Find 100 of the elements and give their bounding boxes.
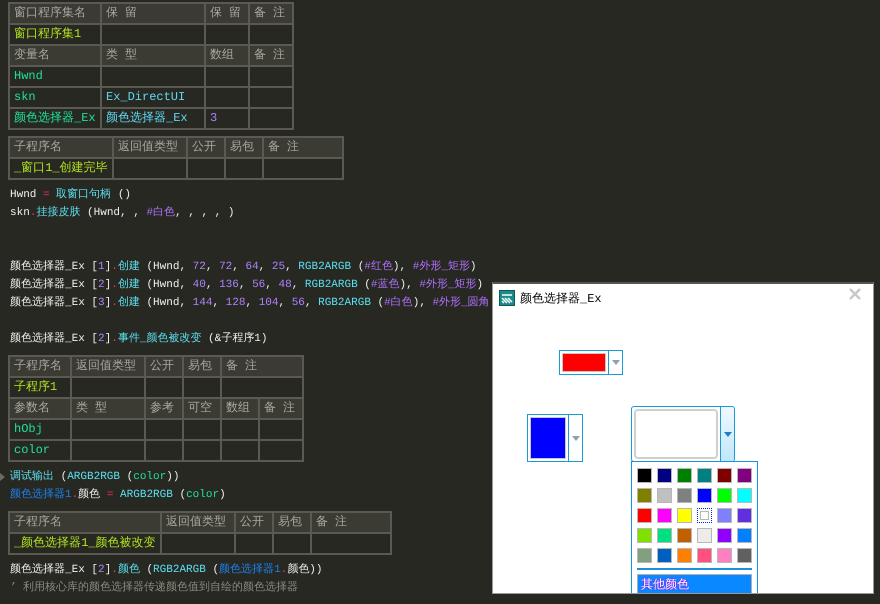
column-header: 公开 [188,138,224,157]
table-cell [146,420,182,439]
code-line: 颜色选择器_Ex [2].事件_颜色被改变 (&子程序1) [10,330,268,347]
table-cell [184,441,220,460]
column-header: 备 注 [312,513,390,532]
color-picker[interactable] [559,350,623,375]
close-button[interactable] [847,288,863,302]
palette-swatch[interactable] [697,548,712,563]
table-cell [250,25,292,44]
table-cell: Ex_DirectUI [102,88,204,107]
palette-swatch[interactable] [657,548,672,563]
palette-swatch[interactable] [697,468,712,483]
column-header: 变量名 [10,46,100,65]
palette-swatch[interactable] [657,508,672,523]
table-cell [250,88,292,107]
table-cell [226,159,262,178]
table-cell: 子程序1 [10,378,70,397]
column-header: 返回值类型 [72,357,144,376]
table-cell [72,420,144,439]
column-header: 参数名 [10,399,70,418]
column-header: 可空 [184,399,220,418]
code-line: 颜色选择器_Ex [2].创建 (Hwnd, 40, 136, 56, 48, RGB2ARGB (#蓝色), #外形_矩形) [10,276,484,293]
table-cell [72,441,144,460]
palette-swatch[interactable] [737,548,752,563]
column-header: 备 注 [250,46,292,65]
palette-swatch[interactable] [697,528,712,543]
table-cell [260,441,302,460]
palette-swatch[interactable] [637,528,652,543]
column-header: 备 注 [222,357,302,376]
column-header: 子程序名 [10,357,70,376]
table-cell [72,378,144,397]
palette-swatch[interactable] [677,468,692,483]
palette-swatch[interactable] [657,468,672,483]
column-header: 公开 [146,357,182,376]
palette-swatch[interactable] [657,528,672,543]
palette-swatch[interactable] [737,508,752,523]
dropdown-button[interactable] [608,351,622,374]
window-title: 颜色选择器_Ex [520,290,602,306]
column-header: 返回值类型 [162,513,234,532]
palette-swatch[interactable] [737,528,752,543]
column-header: 子程序名 [10,138,112,157]
palette-swatch[interactable] [697,508,712,523]
table-cell: 3 [206,109,248,128]
code-comment: ’ 利用核心库的颜色选择器传递颜色值到自绘的颜色选择器 [10,580,298,596]
table-cell [184,420,220,439]
palette-swatch[interactable] [677,488,692,503]
close-icon [848,288,862,300]
palette-swatch[interactable] [717,508,732,523]
palette-swatch[interactable] [637,548,652,563]
table-cell: 颜色选择器_Ex [102,109,204,128]
column-header: 易包 [274,513,310,532]
palette-swatch[interactable] [737,468,752,483]
column-header: 类 型 [102,46,204,65]
palette-swatch[interactable] [717,468,732,483]
table-cell [222,441,258,460]
app-icon [499,290,515,306]
column-header: 易包 [184,357,220,376]
caret-icon [724,432,732,436]
table-cell [274,534,310,553]
code-line: 颜色选择器_Ex [3].创建 (Hwnd, 144, 128, 104, 56, RGB2ARGB (#白色), #外形_圆角 [10,294,490,311]
table-cell [162,534,234,553]
dropdown-button[interactable] [720,407,734,461]
column-header: 数组 [222,399,258,418]
table-cell [250,67,292,86]
table-cell [146,378,182,397]
table-cell [114,159,186,178]
palette-swatch[interactable] [697,488,712,503]
table-cell [206,25,248,44]
table-cell: Hwnd [10,67,100,86]
palette-swatch[interactable] [657,488,672,503]
palette-swatch[interactable] [677,508,692,523]
table-cell: 颜色选择器_Ex [10,109,100,128]
table-cell: 窗口程序集1 [10,25,100,44]
table-cell [188,159,224,178]
column-header: 备 注 [260,399,302,418]
column-header: 返回值类型 [114,138,186,157]
column-header: 易包 [226,138,262,157]
table-cell [206,67,248,86]
palette-swatch[interactable] [717,528,732,543]
palette-swatch[interactable] [677,528,692,543]
column-header: 窗口程序集名 [10,4,100,23]
palette-swatch[interactable] [677,548,692,563]
palette-swatch[interactable] [717,548,732,563]
column-header: 备 注 [264,138,342,157]
code-line: 颜色选择器1.颜色 = ARGB2RGB (color) [10,486,226,503]
palette-swatch[interactable] [637,468,652,483]
palette-swatch[interactable] [737,488,752,503]
column-header: 数组 [206,46,248,65]
more-colors-button[interactable]: 其他颜色 [637,574,752,593]
column-header: 保 留 [206,4,248,23]
palette-swatch[interactable] [637,488,652,503]
palette-swatch[interactable] [637,508,652,523]
code-line: Hwnd = 取窗口句柄 () [10,186,132,203]
color-picker[interactable] [527,414,583,462]
column-header: 备 注 [250,4,292,23]
palette-swatch[interactable] [717,488,732,503]
table-cell [206,88,248,107]
table-cell: skn [10,88,100,107]
table-cell [250,109,292,128]
column-header: 子程序名 [10,513,160,532]
